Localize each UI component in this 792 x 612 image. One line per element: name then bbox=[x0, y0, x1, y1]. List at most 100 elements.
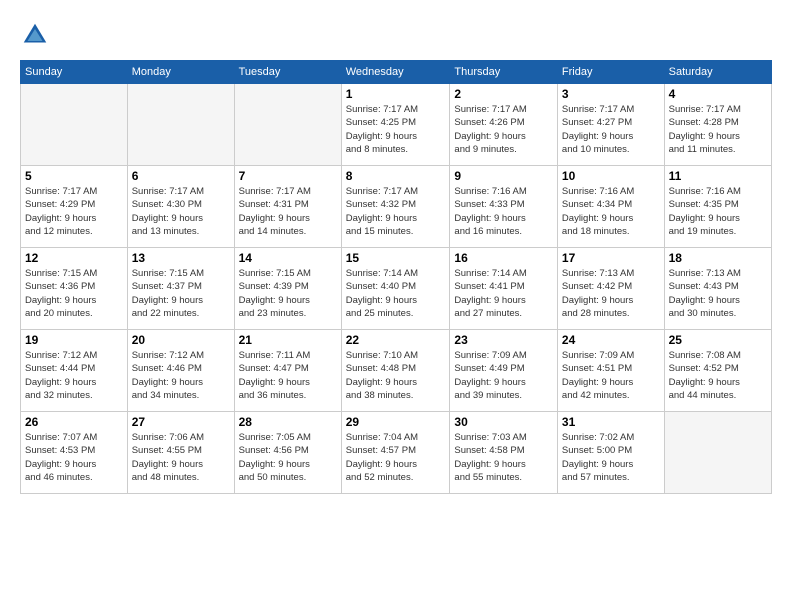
day-info: Sunrise: 7:07 AM Sunset: 4:53 PM Dayligh… bbox=[25, 431, 123, 484]
calendar-cell: 27 Sunrise: 7:06 AM Sunset: 4:55 PM Dayli… bbox=[127, 412, 234, 494]
day-info: Sunrise: 7:14 AM Sunset: 4:41 PM Dayligh… bbox=[454, 267, 553, 320]
day-info: Sunrise: 7:11 AM Sunset: 4:47 PM Dayligh… bbox=[239, 349, 337, 402]
calendar-cell: 6 Sunrise: 7:17 AM Sunset: 4:30 PM Daylig… bbox=[127, 166, 234, 248]
day-number: 16 bbox=[454, 251, 553, 265]
day-number: 31 bbox=[562, 415, 660, 429]
day-number: 12 bbox=[25, 251, 123, 265]
page: Sunday Monday Tuesday Wednesday Thursday… bbox=[0, 0, 792, 612]
day-number: 6 bbox=[132, 169, 230, 183]
calendar-cell bbox=[234, 84, 341, 166]
day-info: Sunrise: 7:05 AM Sunset: 4:56 PM Dayligh… bbox=[239, 431, 337, 484]
day-info: Sunrise: 7:08 AM Sunset: 4:52 PM Dayligh… bbox=[669, 349, 767, 402]
calendar-cell: 15 Sunrise: 7:14 AM Sunset: 4:40 PM Dayli… bbox=[341, 248, 450, 330]
calendar-cell bbox=[127, 84, 234, 166]
calendar-cell: 21 Sunrise: 7:11 AM Sunset: 4:47 PM Dayli… bbox=[234, 330, 341, 412]
calendar-cell: 18 Sunrise: 7:13 AM Sunset: 4:43 PM Dayli… bbox=[664, 248, 771, 330]
day-info: Sunrise: 7:17 AM Sunset: 4:32 PM Dayligh… bbox=[346, 185, 446, 238]
day-info: Sunrise: 7:15 AM Sunset: 4:37 PM Dayligh… bbox=[132, 267, 230, 320]
day-info: Sunrise: 7:16 AM Sunset: 4:35 PM Dayligh… bbox=[669, 185, 767, 238]
calendar-header-row: Sunday Monday Tuesday Wednesday Thursday… bbox=[21, 61, 772, 84]
day-info: Sunrise: 7:17 AM Sunset: 4:25 PM Dayligh… bbox=[346, 103, 446, 156]
day-number: 4 bbox=[669, 87, 767, 101]
calendar-week-3: 12 Sunrise: 7:15 AM Sunset: 4:36 PM Dayli… bbox=[21, 248, 772, 330]
day-number: 25 bbox=[669, 333, 767, 347]
day-number: 17 bbox=[562, 251, 660, 265]
calendar-cell bbox=[664, 412, 771, 494]
day-info: Sunrise: 7:17 AM Sunset: 4:27 PM Dayligh… bbox=[562, 103, 660, 156]
day-info: Sunrise: 7:13 AM Sunset: 4:43 PM Dayligh… bbox=[669, 267, 767, 320]
calendar-cell: 23Sunrise: 7:09 AM Sunset: 4:49 PM Dayli… bbox=[450, 330, 558, 412]
day-number: 30 bbox=[454, 415, 553, 429]
day-info: Sunrise: 7:16 AM Sunset: 4:34 PM Dayligh… bbox=[562, 185, 660, 238]
col-saturday: Saturday bbox=[664, 61, 771, 84]
calendar-cell: 25 Sunrise: 7:08 AM Sunset: 4:52 PM Dayli… bbox=[664, 330, 771, 412]
day-number: 24 bbox=[562, 333, 660, 347]
col-wednesday: Wednesday bbox=[341, 61, 450, 84]
col-friday: Friday bbox=[557, 61, 664, 84]
day-number: 13 bbox=[132, 251, 230, 265]
day-info: Sunrise: 7:02 AM Sunset: 5:00 PM Dayligh… bbox=[562, 431, 660, 484]
calendar-cell: 3 Sunrise: 7:17 AM Sunset: 4:27 PM Daylig… bbox=[557, 84, 664, 166]
day-number: 8 bbox=[346, 169, 446, 183]
day-number: 20 bbox=[132, 333, 230, 347]
calendar-cell: 28 Sunrise: 7:05 AM Sunset: 4:56 PM Dayli… bbox=[234, 412, 341, 494]
day-number: 2 bbox=[454, 87, 553, 101]
calendar-cell: 26 Sunrise: 7:07 AM Sunset: 4:53 PM Dayli… bbox=[21, 412, 128, 494]
day-number: 19 bbox=[25, 333, 123, 347]
day-number: 23 bbox=[454, 333, 553, 347]
calendar-week-5: 26 Sunrise: 7:07 AM Sunset: 4:53 PM Dayli… bbox=[21, 412, 772, 494]
logo bbox=[20, 20, 54, 50]
day-number: 21 bbox=[239, 333, 337, 347]
col-monday: Monday bbox=[127, 61, 234, 84]
day-info: Sunrise: 7:16 AM Sunset: 4:33 PM Dayligh… bbox=[454, 185, 553, 238]
day-info: Sunrise: 7:12 AM Sunset: 4:46 PM Dayligh… bbox=[132, 349, 230, 402]
calendar-cell: 20 Sunrise: 7:12 AM Sunset: 4:46 PM Dayli… bbox=[127, 330, 234, 412]
col-sunday: Sunday bbox=[21, 61, 128, 84]
day-info: Sunrise: 7:17 AM Sunset: 4:28 PM Dayligh… bbox=[669, 103, 767, 156]
day-info: Sunrise: 7:03 AM Sunset: 4:58 PM Dayligh… bbox=[454, 431, 553, 484]
day-info: Sunrise: 7:06 AM Sunset: 4:55 PM Dayligh… bbox=[132, 431, 230, 484]
day-number: 29 bbox=[346, 415, 446, 429]
calendar-cell: 5Sunrise: 7:17 AM Sunset: 4:29 PM Daylig… bbox=[21, 166, 128, 248]
day-number: 26 bbox=[25, 415, 123, 429]
day-number: 15 bbox=[346, 251, 446, 265]
day-number: 22 bbox=[346, 333, 446, 347]
day-number: 14 bbox=[239, 251, 337, 265]
calendar-cell: 31 Sunrise: 7:02 AM Sunset: 5:00 PM Dayli… bbox=[557, 412, 664, 494]
calendar-cell: 10 Sunrise: 7:16 AM Sunset: 4:34 PM Dayli… bbox=[557, 166, 664, 248]
day-number: 7 bbox=[239, 169, 337, 183]
day-info: Sunrise: 7:04 AM Sunset: 4:57 PM Dayligh… bbox=[346, 431, 446, 484]
calendar-cell: 24Sunrise: 7:09 AM Sunset: 4:51 PM Dayli… bbox=[557, 330, 664, 412]
calendar-cell: 8 Sunrise: 7:17 AM Sunset: 4:32 PM Daylig… bbox=[341, 166, 450, 248]
calendar-table: Sunday Monday Tuesday Wednesday Thursday… bbox=[20, 60, 772, 494]
day-info: Sunrise: 7:10 AM Sunset: 4:48 PM Dayligh… bbox=[346, 349, 446, 402]
day-info: Sunrise: 7:17 AM Sunset: 4:30 PM Dayligh… bbox=[132, 185, 230, 238]
header bbox=[20, 20, 772, 50]
day-info: Sunrise: 7:14 AM Sunset: 4:40 PM Dayligh… bbox=[346, 267, 446, 320]
day-info: Sunrise: 7:12 AM Sunset: 4:44 PM Dayligh… bbox=[25, 349, 123, 402]
day-number: 28 bbox=[239, 415, 337, 429]
calendar-cell: 1 Sunrise: 7:17 AM Sunset: 4:25 PM Daylig… bbox=[341, 84, 450, 166]
calendar-cell: 19 Sunrise: 7:12 AM Sunset: 4:44 PM Dayli… bbox=[21, 330, 128, 412]
day-number: 27 bbox=[132, 415, 230, 429]
day-number: 18 bbox=[669, 251, 767, 265]
calendar-cell: 16 Sunrise: 7:14 AM Sunset: 4:41 PM Dayli… bbox=[450, 248, 558, 330]
calendar-cell: 2Sunrise: 7:17 AM Sunset: 4:26 PM Daylig… bbox=[450, 84, 558, 166]
col-thursday: Thursday bbox=[450, 61, 558, 84]
day-info: Sunrise: 7:13 AM Sunset: 4:42 PM Dayligh… bbox=[562, 267, 660, 320]
day-number: 1 bbox=[346, 87, 446, 101]
calendar-week-2: 5Sunrise: 7:17 AM Sunset: 4:29 PM Daylig… bbox=[21, 166, 772, 248]
day-number: 9 bbox=[454, 169, 553, 183]
calendar-cell: 29 Sunrise: 7:04 AM Sunset: 4:57 PM Dayli… bbox=[341, 412, 450, 494]
day-info: Sunrise: 7:15 AM Sunset: 4:36 PM Dayligh… bbox=[25, 267, 123, 320]
calendar-cell: 30 Sunrise: 7:03 AM Sunset: 4:58 PM Dayli… bbox=[450, 412, 558, 494]
calendar-cell: 22 Sunrise: 7:10 AM Sunset: 4:48 PM Dayli… bbox=[341, 330, 450, 412]
day-number: 10 bbox=[562, 169, 660, 183]
col-tuesday: Tuesday bbox=[234, 61, 341, 84]
calendar-cell bbox=[21, 84, 128, 166]
day-number: 5 bbox=[25, 169, 123, 183]
calendar-cell: 7Sunrise: 7:17 AM Sunset: 4:31 PM Daylig… bbox=[234, 166, 341, 248]
day-number: 3 bbox=[562, 87, 660, 101]
calendar-cell: 14Sunrise: 7:15 AM Sunset: 4:39 PM Dayli… bbox=[234, 248, 341, 330]
day-number: 11 bbox=[669, 169, 767, 183]
